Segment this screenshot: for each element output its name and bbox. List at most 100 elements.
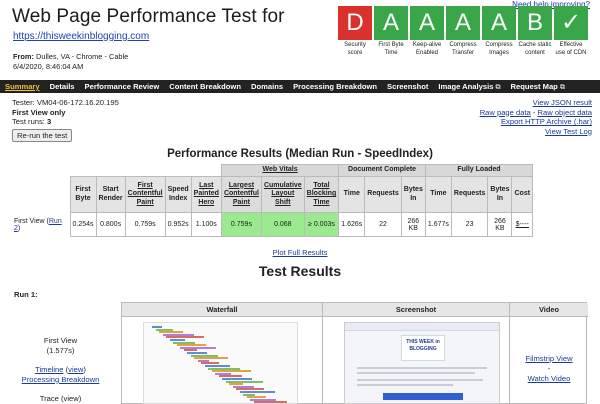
first-view-time: (1.577s): [46, 345, 75, 355]
grade-item[interactable]: A First Byte Time: [374, 6, 408, 57]
grade-letter[interactable]: ✓: [554, 6, 588, 40]
filmstrip-view-link[interactable]: Filmstrip View: [525, 354, 572, 363]
web-vitals-group[interactable]: Web Vitals: [220, 164, 340, 177]
column-divider: [322, 303, 323, 403]
grade-label: First Byte Time: [378, 42, 404, 56]
main-nav: Summary Details Performance Review Content …: [0, 80, 600, 93]
test-runs: Test runs: 3: [12, 117, 119, 127]
blank-cell: [14, 176, 70, 213]
column-header[interactable]: Total Blocking Time: [303, 176, 340, 213]
nav-tab[interactable]: Screenshot: [382, 80, 433, 93]
nav-tab[interactable]: Domains: [246, 80, 288, 93]
grade-label: Effective use of CDN: [555, 42, 587, 56]
screenshot-thumbnail[interactable]: THIS WEEK in BLOGGING: [344, 322, 500, 404]
metric-value: 266 KB: [400, 212, 426, 237]
blank-cell: [70, 164, 222, 177]
performance-results-table: Web Vitals Document Complete Fully Loade…: [14, 164, 534, 237]
tested-url-link[interactable]: https://thisweekinblogging.com: [13, 31, 149, 42]
view-json-link[interactable]: View JSON result: [533, 98, 592, 107]
column-header: First Byte: [69, 176, 97, 213]
first-view-label: First View (: [14, 217, 49, 225]
nav-tab[interactable]: Details: [45, 80, 80, 93]
column-header: Bytes In: [400, 176, 426, 213]
from-label: From:: [13, 52, 34, 61]
tester-id: Tester: VM04-06-172.16.20.195: [12, 98, 119, 107]
screenshot-topbar: [345, 323, 499, 331]
raw-object-data-link[interactable]: Raw object data: [538, 108, 592, 117]
waterfall-thumbnail[interactable]: [143, 322, 298, 404]
metric-value: 0.952s: [164, 212, 192, 237]
screenshot-text-line: [357, 372, 475, 374]
nav-tab[interactable]: Processing Breakdown: [288, 80, 382, 93]
metric-value: 0.800s: [95, 212, 126, 237]
metric-value: 0.068: [260, 212, 305, 237]
screenshot-header: Screenshot: [323, 303, 509, 317]
metric-value: 23: [450, 212, 489, 237]
external-link-icon: ⧉: [559, 84, 565, 91]
nav-tab-label: Domains: [250, 82, 284, 91]
column-header[interactable]: Largest Contentful Paint: [220, 176, 262, 213]
grade-letter[interactable]: A: [410, 6, 444, 40]
grade-item[interactable]: D Security score: [338, 6, 372, 57]
column-header: Requests: [364, 176, 402, 213]
test-date: 6/4/2020, 8:46:04 AM: [13, 62, 84, 71]
metric-value: 266 KB: [487, 212, 513, 237]
grade-label: Cache static content: [518, 42, 552, 56]
first-view-row-label: First View (Run 2): [14, 212, 70, 237]
metric-value: 0.254s: [69, 212, 97, 237]
column-header: Time: [338, 176, 366, 213]
grade-letter[interactable]: D: [338, 6, 372, 40]
watch-video-link[interactable]: Watch Video: [528, 374, 571, 383]
row-close: ): [17, 224, 21, 232]
metric-value: 0.759s: [220, 212, 262, 237]
view-test-log-link[interactable]: View Test Log: [545, 127, 592, 136]
nav-tab[interactable]: Image Analysis ⧉: [433, 80, 505, 93]
grade-letter[interactable]: B: [518, 6, 552, 40]
column-header[interactable]: First Contentful Paint: [124, 176, 166, 213]
grade-item[interactable]: A Compress Images: [482, 6, 516, 57]
grade-label: Compress Images: [485, 42, 513, 56]
tester-info: Tester: VM04-06-172.16.20.195 First View…: [12, 98, 119, 142]
column-header[interactable]: Last Painted Hero: [190, 176, 222, 213]
screenshot-site-logo: THIS WEEK in BLOGGING: [401, 335, 445, 361]
nav-tab[interactable]: Performance Review: [80, 80, 165, 93]
column-header: Time: [424, 176, 452, 213]
video-cell: Filmstrip View - Watch Video: [510, 354, 588, 384]
screenshot-text-line: [357, 367, 487, 369]
rerun-button[interactable]: Re-run the test: [12, 128, 73, 142]
trace-link[interactable]: Trace (view): [0, 394, 121, 404]
document-complete-group: Document Complete: [338, 164, 426, 177]
nav-tab[interactable]: Request Map ⧉: [506, 80, 570, 93]
test-runs-value: 3: [47, 117, 52, 126]
nav-tab-label: Summary: [5, 82, 40, 91]
timeline-link[interactable]: Timeline: [35, 365, 63, 374]
timeline-view-link[interactable]: view: [68, 365, 83, 374]
run-1-label: Run 1:: [14, 290, 38, 299]
nav-tab[interactable]: Content Breakdown: [164, 80, 246, 93]
grade-item[interactable]: A Compress Transfer: [446, 6, 480, 57]
grade-letter[interactable]: A: [374, 6, 408, 40]
view-mode: First View only: [12, 107, 66, 117]
result-links: View JSON result Raw page data - Raw obj…: [480, 98, 592, 136]
screenshot-text-line: [357, 379, 483, 381]
nav-tab-label: Details: [49, 82, 75, 91]
metric-value: 1.626s: [338, 212, 366, 237]
video-dash: -: [547, 364, 551, 373]
metric-value: ≥ 0.003s: [303, 212, 340, 237]
column-header[interactable]: Cumulative Layout Shift: [260, 176, 305, 213]
grade-item[interactable]: A Keep-alive Enabled: [410, 6, 444, 57]
test-results-title: Test Results: [258, 263, 342, 279]
grade-letter[interactable]: A: [482, 6, 516, 40]
nav-tab[interactable]: Summary: [0, 80, 45, 93]
grade-letter[interactable]: A: [446, 6, 480, 40]
processing-breakdown-link[interactable]: Processing Breakdown: [22, 375, 100, 384]
grade-item[interactable]: B Cache static content: [518, 6, 552, 57]
metric-value: 1.677s: [424, 212, 452, 237]
raw-page-data-link[interactable]: Raw page data: [480, 108, 531, 117]
metric-value: 0.759s: [124, 212, 166, 237]
export-har-link[interactable]: Export HTTP Archive (.har): [501, 117, 592, 126]
plot-full-results-link[interactable]: Plot Full Results: [273, 248, 328, 257]
grade-item[interactable]: ✓ Effective use of CDN: [554, 6, 588, 57]
metric-value[interactable]: $----: [511, 212, 534, 237]
